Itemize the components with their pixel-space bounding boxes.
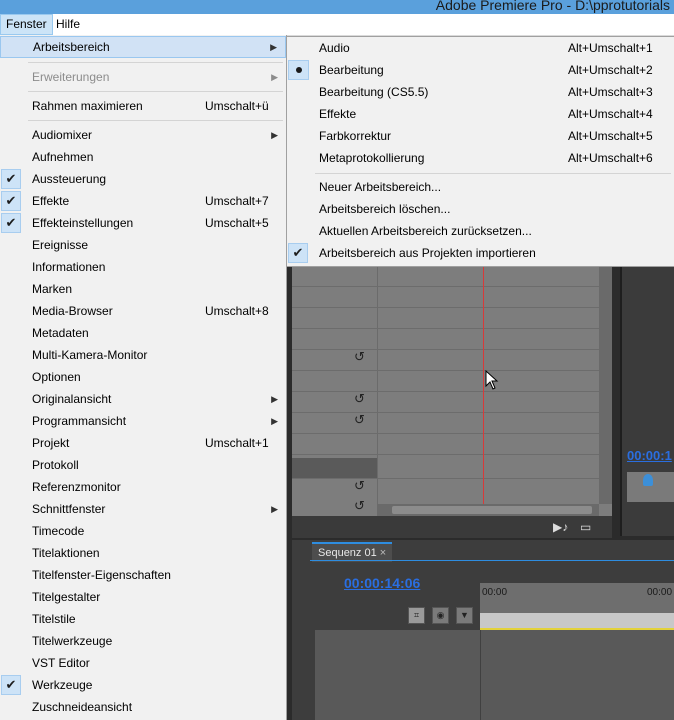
shortcut: Alt+Umschalt+6 [568,151,653,165]
program-timecode[interactable]: 00:00:1 [627,448,672,463]
title-bar: Adobe Premiere Pro - D:\pprotutorials [0,0,674,14]
menu-item-titelgestalter[interactable]: Titelgestalter [0,586,286,608]
vertical-scrollbar[interactable] [599,266,612,504]
menu-item-multi-kamera-monitor[interactable]: Multi-Kamera-Monitor [0,344,286,366]
submenu-item-metaprotokollierung[interactable]: Metaprotokollierung Alt+Umschalt+6 [287,147,674,169]
menu-item-ereignisse[interactable]: Ereignisse [0,234,286,256]
checkmark-icon: ✔ [1,169,21,189]
active-panel-border [310,560,674,561]
checkmark-icon: ✔ [1,675,21,695]
menu-item-effekteinstellungen[interactable]: ✔ Effekteinstellungen Umschalt+5 [0,212,286,234]
menu-bar: Fenster Hilfe [0,14,674,36]
submenu-item-arbeitsbereich-loeschen[interactable]: Arbeitsbereich löschen... [287,198,674,220]
work-area-bar[interactable] [480,613,674,630]
audio-track-panel: ↺ ↺ ↺ ↺ ↺ [292,266,612,516]
menu-item-metadaten[interactable]: Metadaten [0,322,286,344]
submenu-item-zuruecksetzen[interactable]: Aktuellen Arbeitsbereich zurücksetzen... [287,220,674,242]
menu-item-rahmen-maximieren[interactable]: Rahmen maximieren Umschalt+ü [0,95,286,117]
menu-item-zuschneideansicht[interactable]: Zuschneideansicht [0,696,286,718]
menu-item-marken[interactable]: Marken [0,278,286,300]
submenu-item-bearbeitung[interactable]: Bearbeitung Alt+Umschalt+2 [287,59,674,81]
marker-icon[interactable]: ▼ [456,607,473,624]
checkmark-icon: ✔ [1,213,21,233]
menu-item-werkzeuge[interactable]: ✔ Werkzeuge [0,674,286,696]
timeline-tracks[interactable] [315,630,674,720]
submenu-item-neuer-arbeitsbereich[interactable]: Neuer Arbeitsbereich... [287,176,674,198]
playhead-line [483,266,484,504]
fenster-dropdown: Arbeitsbereich ▶ Erweiterungen ▶ Rahmen … [0,35,287,720]
menu-item-programmansicht[interactable]: Programmansicht ▶ [0,410,286,432]
shortcut: Alt+Umschalt+3 [568,85,653,99]
shortcut: Alt+Umschalt+4 [568,107,653,121]
shortcut: Umschalt+8 [205,304,269,318]
menu-item-schnittfenster[interactable]: Schnittfenster ▶ [0,498,286,520]
menu-item-referenzmonitor[interactable]: Referenzmonitor [0,476,286,498]
close-icon[interactable]: × [380,547,386,559]
shortcut: Umschalt+ü [205,99,269,113]
chevron-right-icon: ▶ [271,416,278,426]
menu-item-protokoll[interactable]: Protokoll [0,454,286,476]
menu-item-projekt[interactable]: Projekt Umschalt+1 [0,432,286,454]
shortcut: Alt+Umschalt+5 [568,129,653,143]
playhead-marker-icon[interactable] [643,474,653,486]
menu-item-vst-editor[interactable]: VST Editor [0,652,286,674]
selected-row[interactable] [292,458,377,478]
menu-item-arbeitsbereich[interactable]: Arbeitsbereich ▶ [0,36,286,58]
marker-add-icon[interactable]: ◉ [432,607,449,624]
tab-sequenz-01[interactable]: Sequenz 01 × [312,542,393,562]
mouse-cursor-icon [485,370,499,390]
chevron-right-icon: ▶ [271,72,278,82]
menu-item-informationen[interactable]: Informationen [0,256,286,278]
audio-output-icon[interactable]: ▶♪ [553,520,568,534]
window-title: Adobe Premiere Pro - D:\pprotutorials [435,0,670,13]
submenu-item-audio[interactable]: Audio Alt+Umschalt+1 [287,37,674,59]
menu-item-aussteuerung[interactable]: ✔ Aussteuerung [0,168,286,190]
chevron-right-icon: ▶ [270,42,277,52]
menu-item-titelwerkzeuge[interactable]: Titelwerkzeuge [0,630,286,652]
menu-item-erweiterungen: Erweiterungen ▶ [0,66,286,88]
submenu-item-effekte[interactable]: Effekte Alt+Umschalt+4 [287,103,674,125]
menu-item-titelfenster-eigenschaften[interactable]: Titelfenster-Eigenschaften [0,564,286,586]
submenu-item-aus-projekten-importieren[interactable]: ✔ Arbeitsbereich aus Projekten importier… [287,242,674,264]
menu-fenster[interactable]: Fenster [0,14,53,35]
menu-item-originalansicht[interactable]: Originalansicht ▶ [0,388,286,410]
ruler-label: 00:00 [647,587,673,598]
snap-icon[interactable]: ⌗ [408,607,425,624]
menu-item-optionen[interactable]: Optionen [0,366,286,388]
shortcut: Alt+Umschalt+2 [568,63,653,77]
loop-icon[interactable]: ↺ [354,349,365,365]
scrollbar-thumb[interactable] [392,506,592,514]
menu-item-audiomixer[interactable]: Audiomixer ▶ [0,124,286,146]
folder-icon[interactable]: ▭ [580,520,591,534]
shortcut: Umschalt+5 [205,216,269,230]
submenu-item-farbkorrektur[interactable]: Farbkorrektur Alt+Umschalt+5 [287,125,674,147]
menu-item-titelaktionen[interactable]: Titelaktionen [0,542,286,564]
chevron-right-icon: ▶ [271,394,278,404]
menu-item-aufnehmen[interactable]: Aufnehmen [0,146,286,168]
sequence-timecode[interactable]: 00:00:14:06 [344,575,420,591]
time-ruler[interactable] [480,583,674,613]
loop-icon[interactable]: ↺ [354,391,365,407]
loop-icon[interactable]: ↺ [354,412,365,428]
loop-icon[interactable]: ↺ [354,478,365,494]
menu-item-timecode[interactable]: Timecode [0,520,286,542]
arbeitsbereich-submenu: Audio Alt+Umschalt+1 Bearbeitung Alt+Ums… [286,36,674,267]
shortcut: Umschalt+1 [205,436,269,450]
tab-label: Sequenz 01 [318,547,377,559]
radio-bullet-icon [288,60,309,80]
checkmark-icon: ✔ [288,243,308,263]
menu-hilfe[interactable]: Hilfe [51,14,85,35]
menu-item-effekte[interactable]: ✔ Effekte Umschalt+7 [0,190,286,212]
menu-item-media-browser[interactable]: Media-Browser Umschalt+8 [0,300,286,322]
checkmark-icon: ✔ [1,191,21,211]
menu-item-titelstile[interactable]: Titelstile [0,608,286,630]
shortcut: Alt+Umschalt+1 [568,41,653,55]
submenu-item-bearbeitung-cs55[interactable]: Bearbeitung (CS5.5) Alt+Umschalt+3 [287,81,674,103]
chevron-right-icon: ▶ [271,130,278,140]
ruler-label: 00:00 [482,587,508,598]
shortcut: Umschalt+7 [205,194,269,208]
loop-icon[interactable]: ↺ [354,498,365,514]
chevron-right-icon: ▶ [271,504,278,514]
